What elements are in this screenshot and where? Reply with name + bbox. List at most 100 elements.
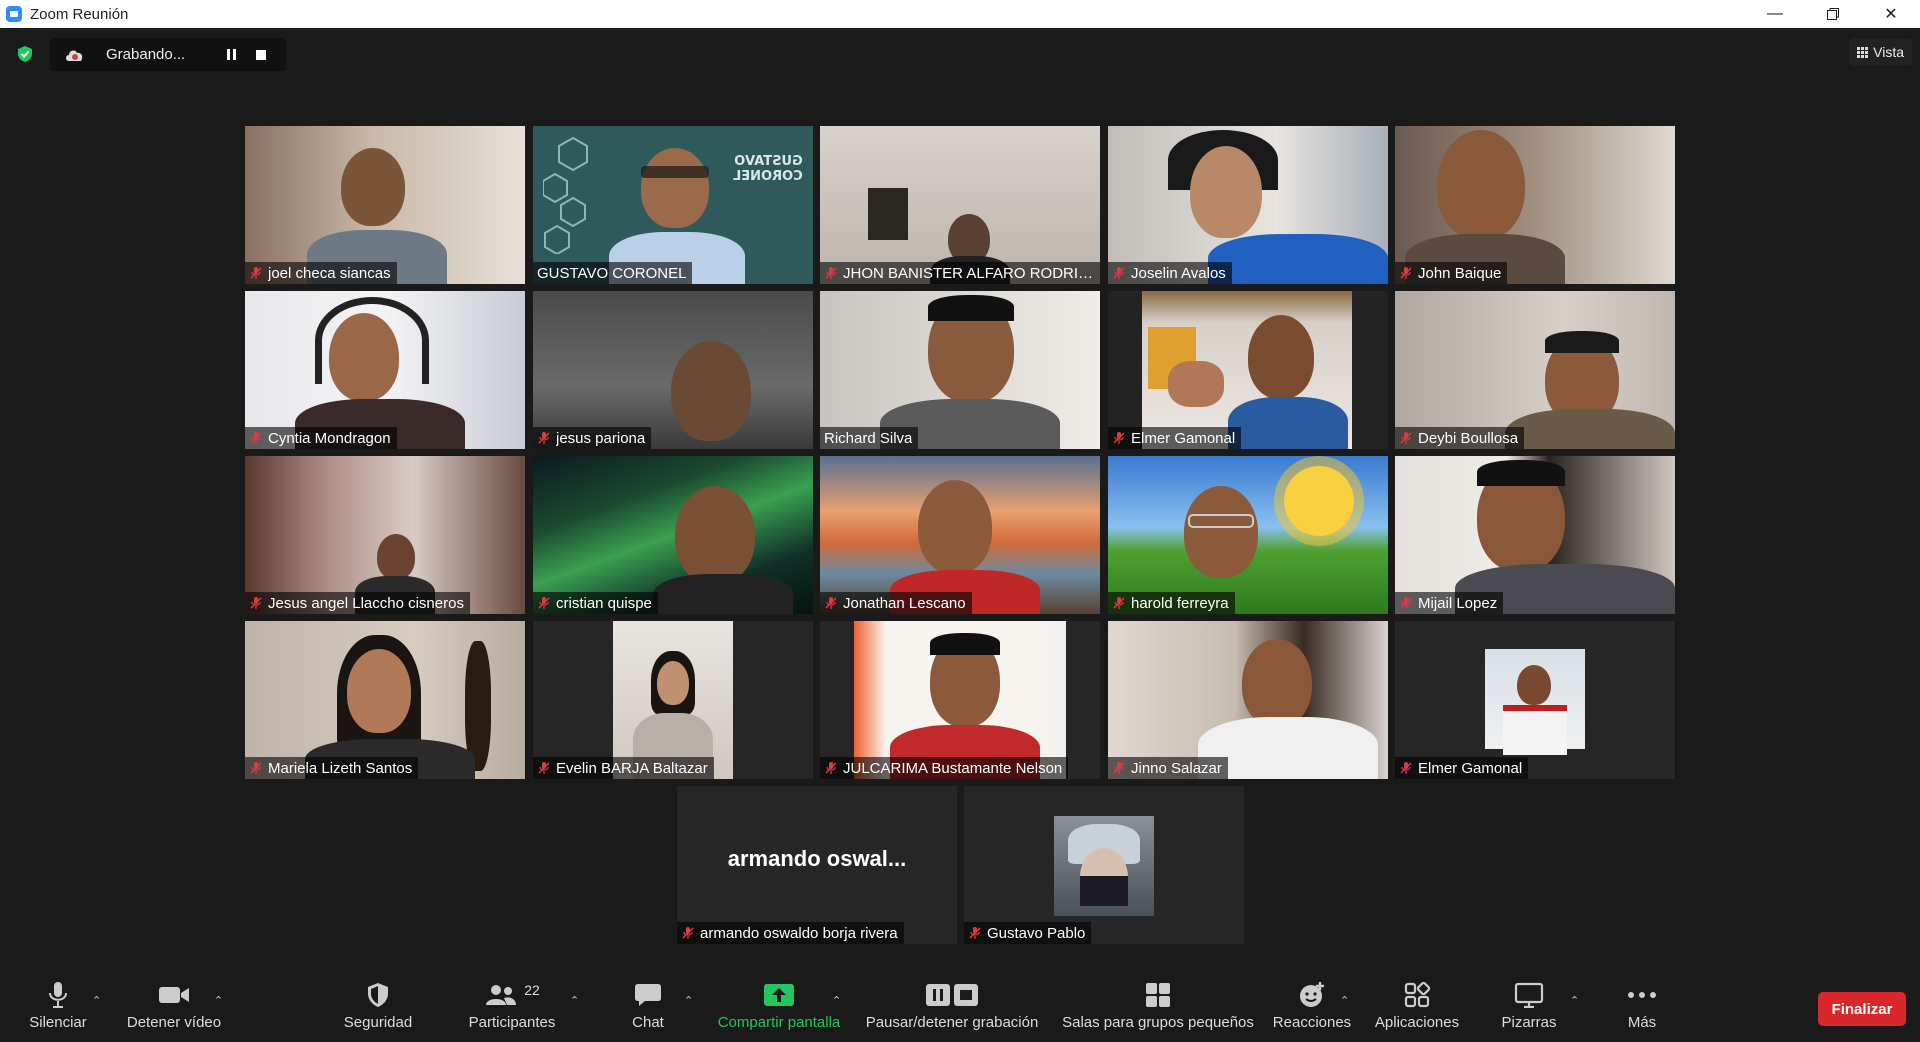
participant-name: John Baique [1418, 264, 1502, 282]
participant-tile[interactable]: Joselin Avalos [1108, 126, 1388, 284]
active-speaker-tile[interactable]: Richard Silva [820, 291, 1100, 449]
participant-tile[interactable]: Jesus angel Llaccho cisneros [245, 456, 525, 614]
mute-button[interactable]: Silenciar [24, 980, 92, 1040]
gallery-grid-icon [1857, 46, 1869, 58]
participant-name-tag: Joselin Avalos [1108, 262, 1232, 284]
participant-name-tag: Deybi Boullosa [1395, 427, 1525, 449]
reactions-options-caret[interactable]: ⌃ [1340, 994, 1350, 1007]
video-camera-icon [159, 987, 189, 1003]
participant-name: GUSTAVO CORONEL [537, 264, 687, 282]
participant-tile[interactable]: Jonathan Lescano [820, 456, 1100, 614]
participant-tile[interactable]: Jinno Salazar [1108, 621, 1388, 779]
mic-muted-icon [682, 927, 694, 939]
mic-muted-icon [250, 267, 262, 279]
participant-name: Mijail Lopez [1418, 594, 1498, 612]
reactions-label: Reacciones [1272, 1014, 1352, 1031]
window-titlebar: Zoom Reunión — ✕ [0, 0, 1920, 28]
participant-tile[interactable]: jesus pariona [533, 291, 813, 449]
participant-name-tag: JULCARIMA Bustamante Nelson [820, 757, 1069, 779]
participant-name-tag: Mijail Lopez [1395, 592, 1504, 614]
participant-tile[interactable]: Elmer Gamonal [1108, 291, 1388, 449]
participant-tile[interactable]: armando oswal... armando oswaldo borja r… [677, 786, 957, 944]
participant-name: JHON BANISTER ALFARO RODRIG... [843, 264, 1096, 282]
mic-muted-icon [250, 432, 262, 444]
participant-name-tag: Cyntia Mondragon [245, 427, 397, 449]
participant-tile[interactable]: John Baique [1395, 126, 1675, 284]
share-options-caret[interactable]: ⌃ [832, 994, 842, 1007]
participant-tile[interactable]: Mijail Lopez [1395, 456, 1675, 614]
participants-button[interactable]: 22 Participantes [462, 980, 562, 1040]
audio-options-caret[interactable]: ⌃ [92, 994, 102, 1007]
minimize-button[interactable]: — [1746, 0, 1804, 28]
participant-tile[interactable]: JHON BANISTER ALFARO RODRIG... [820, 126, 1100, 284]
stop-icon [256, 49, 266, 60]
participant-tile[interactable]: Mariela Lizeth Santos [245, 621, 525, 779]
video-options-caret[interactable]: ⌃ [214, 994, 224, 1007]
restore-button[interactable] [1804, 0, 1862, 28]
participants-options-caret[interactable]: ⌃ [570, 994, 580, 1007]
participant-name-tag: John Baique [1395, 262, 1508, 284]
share-screen-button[interactable]: Compartir pantalla [712, 980, 846, 1040]
participant-name-tag: Jonathan Lescano [820, 592, 972, 614]
security-button[interactable]: Seguridad [338, 980, 418, 1040]
whiteboards-options-caret[interactable]: ⌃ [1570, 994, 1580, 1007]
participant-name: Gustavo Pablo [987, 924, 1086, 942]
participant-name: Mariela Lizeth Santos [268, 759, 413, 777]
view-button[interactable]: Vista [1849, 38, 1912, 66]
participant-tile[interactable]: cristian quispe [533, 456, 813, 614]
mic-muted-icon [538, 762, 550, 774]
participant-name: jesus pariona [556, 429, 646, 447]
participant-tile[interactable]: joel checa siancas [245, 126, 525, 284]
participant-tile[interactable]: Cyntia Mondragon [245, 291, 525, 449]
participant-name: joel checa siancas [268, 264, 391, 282]
participant-tile[interactable]: Deybi Boullosa [1395, 291, 1675, 449]
participant-tile[interactable]: Elmer Gamonal [1395, 621, 1675, 779]
chat-options-caret[interactable]: ⌃ [684, 994, 694, 1007]
pause-icon [226, 49, 236, 60]
participant-tile[interactable]: harold ferreyra [1108, 456, 1388, 614]
participant-name-tag: harold ferreyra [1108, 592, 1235, 614]
pause-stop-recording-icon [926, 984, 978, 1006]
video-off-name: armando oswal... [727, 846, 907, 871]
mic-muted-icon [825, 597, 837, 609]
mic-muted-icon [250, 762, 262, 774]
reactions-button[interactable]: Reacciones [1272, 980, 1352, 1040]
mic-muted-icon [538, 432, 550, 444]
close-button[interactable]: ✕ [1862, 0, 1920, 28]
participants-count: 22 [524, 982, 540, 998]
participant-tile[interactable]: GUSTAVO CORONEL GUSTAVO CORONEL [533, 126, 813, 284]
mic-muted-icon [1113, 432, 1125, 444]
mic-muted-icon [250, 597, 262, 609]
share-screen-label: Compartir pantalla [717, 1014, 841, 1031]
cloud-recording-icon [66, 50, 83, 61]
mic-muted-icon [1113, 597, 1125, 609]
security-shield-icon [368, 983, 388, 1007]
mic-muted-icon [825, 267, 837, 279]
breakout-rooms-label: Salas para grupos pequeños [1062, 1014, 1254, 1031]
participant-name: Elmer Gamonal [1418, 759, 1523, 777]
more-button[interactable]: Más [1620, 980, 1664, 1040]
participant-tile[interactable]: JULCARIMA Bustamante Nelson [820, 621, 1100, 779]
stop-recording-button[interactable] [246, 40, 276, 70]
more-dots-icon [1628, 992, 1656, 998]
chat-button[interactable]: Chat [628, 980, 668, 1040]
zoom-app-icon [6, 6, 22, 22]
end-meeting-button[interactable]: Finalizar [1818, 992, 1906, 1026]
encryption-shield-icon[interactable] [16, 45, 34, 63]
stop-video-label: Detener vídeo [126, 1014, 222, 1031]
apps-button[interactable]: Aplicaciones [1370, 980, 1464, 1040]
pause-recording-button[interactable] [216, 40, 246, 70]
apps-icon [1404, 981, 1431, 1008]
participant-name: JULCARIMA Bustamante Nelson [843, 759, 1063, 777]
participant-name: Jesus angel Llaccho cisneros [268, 594, 464, 612]
stop-video-button[interactable]: Detener vídeo [124, 980, 224, 1040]
mute-label: Silenciar [29, 1014, 87, 1031]
pause-stop-recording-button[interactable]: Pausar/detener grabación [862, 980, 1042, 1040]
breakout-rooms-button[interactable]: Salas para grupos pequeños [1058, 980, 1258, 1040]
participant-tile[interactable]: Gustavo Pablo [964, 786, 1244, 944]
participant-name: Deybi Boullosa [1418, 429, 1519, 447]
participant-tile[interactable]: Evelin BARJA Baltazar [533, 621, 813, 779]
participant-name-tag: Jinno Salazar [1108, 757, 1228, 779]
participant-name: cristian quispe [556, 594, 652, 612]
whiteboards-button[interactable]: Pizarras [1492, 980, 1566, 1040]
